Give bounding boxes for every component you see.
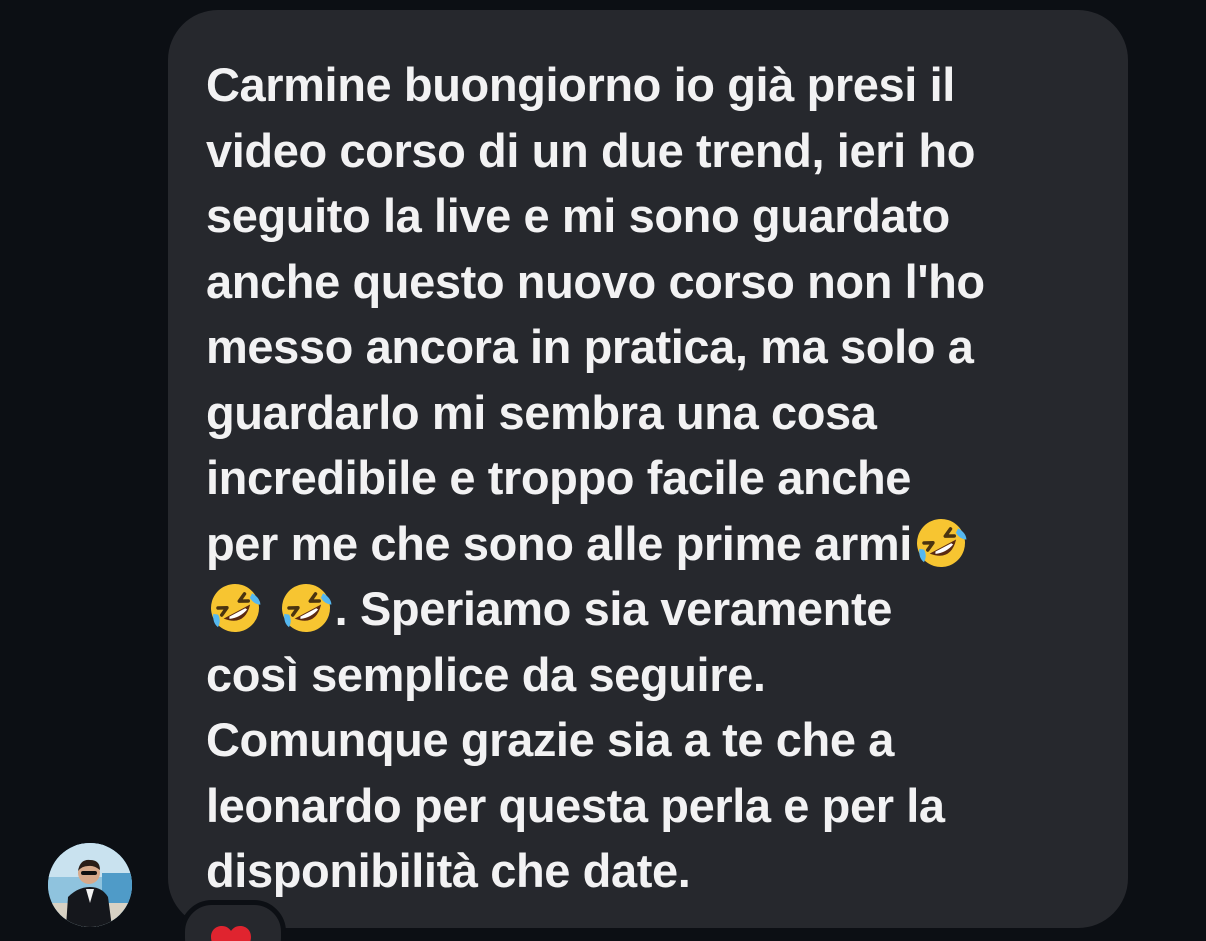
reaction-badge[interactable] (180, 900, 286, 941)
message-line: leonardo per questa perla e per la (206, 778, 945, 832)
message-line: guardarlo mi sembra una cosa (206, 385, 877, 439)
chat-thread: Carmine buongiorno io già presi il video… (0, 0, 1206, 941)
message-line: seguito la live e mi sono guardato (206, 189, 950, 242)
message-line: così semplice da seguire. (206, 647, 766, 701)
rolling-laughing-emoji-icon (206, 579, 264, 637)
message-line-with-emoji: . Speriamo sia veramente (206, 576, 1088, 642)
message-line: video corso di un due trend, ieri ho (206, 123, 976, 177)
heart-icon (211, 926, 251, 941)
message-line: Carmine buongiorno io già presi il (206, 58, 955, 111)
sender-avatar[interactable] (48, 843, 132, 927)
message-line-with-emoji: per me che sono alle prime armi (206, 511, 1088, 577)
message-text: Carmine buongiorno io già presi il video… (206, 52, 1088, 904)
message-line: incredibile e troppo facile anche (206, 451, 912, 504)
profile-photo-icon (48, 843, 132, 927)
rolling-laughing-emoji-icon (277, 579, 335, 637)
rolling-laughing-emoji-icon (912, 514, 970, 572)
message-line-text: . Speriamo sia veramente (334, 582, 893, 635)
message-line: anche questo nuovo corso non l'ho (206, 254, 985, 308)
message-line-text: per me che sono alle prime armi (206, 516, 912, 570)
message-line: Comunque grazie sia a te che a (206, 713, 894, 766)
message-bubble[interactable]: Carmine buongiorno io già presi il video… (168, 10, 1128, 928)
message-line: messo ancora in pratica, ma solo a (206, 320, 974, 373)
message-line: disponibilità che date. (206, 844, 691, 897)
